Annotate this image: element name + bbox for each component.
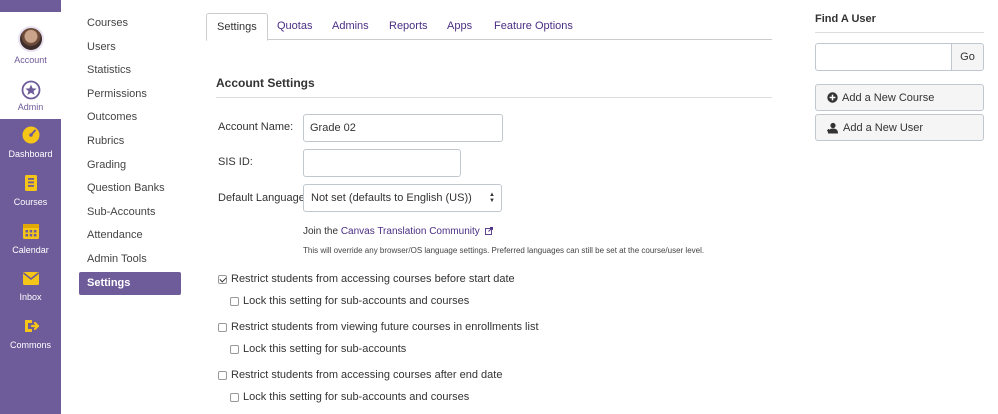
- lock-future-courses-checkbox[interactable]: [230, 344, 239, 354]
- settings-tabs: Settings Quotas Admins Reports Apps Feat…: [206, 13, 772, 41]
- lock-before-start-row: Lock this setting for sub-accounts and c…: [230, 295, 469, 307]
- subnav-sub-accounts[interactable]: Sub-Accounts: [79, 201, 181, 225]
- default-language-label: Default Language:: [218, 192, 308, 204]
- sis-id-label: SIS ID:: [218, 156, 253, 168]
- global-nav-admin-label: Admin: [17, 102, 44, 112]
- lock-before-start-label: Lock this setting for sub-accounts and c…: [243, 295, 470, 307]
- avatar: [17, 26, 44, 52]
- subnav-settings[interactable]: Settings: [79, 271, 181, 296]
- global-nav-courses-label: Courses: [13, 197, 48, 207]
- book-icon: [18, 172, 44, 194]
- speedometer-icon: [18, 124, 44, 146]
- sis-id-input[interactable]: [303, 149, 461, 177]
- global-nav: Account Admin Dashboard Courses Calendar…: [0, 0, 61, 414]
- restrict-before-start-row: Restrict students from accessing courses…: [218, 273, 515, 285]
- restrict-after-end-row: Restrict students from accessing courses…: [218, 369, 502, 381]
- section-title: Account Settings: [216, 76, 315, 90]
- select-arrows-icon: ▲ ▼: [489, 192, 495, 204]
- subnav-admin-tools[interactable]: Admin Tools: [79, 248, 181, 272]
- lock-future-courses-label: Lock this setting for sub-accounts: [243, 343, 407, 355]
- global-nav-dashboard-label: Dashboard: [8, 149, 53, 159]
- restrict-after-end-label: Restrict students from accessing courses…: [231, 369, 503, 381]
- plus-circle-icon: [827, 92, 838, 103]
- global-nav-admin[interactable]: Admin: [0, 71, 61, 119]
- tab-reports[interactable]: Reports: [379, 13, 438, 40]
- global-nav-inbox-label: Inbox: [19, 292, 42, 302]
- find-user-input[interactable]: [815, 43, 952, 71]
- find-user-divider: [815, 32, 984, 33]
- global-nav-dashboard[interactable]: Dashboard: [0, 124, 61, 170]
- restrict-future-courses-row: Restrict students from viewing future co…: [218, 321, 539, 333]
- subnav-rubrics[interactable]: Rubrics: [79, 130, 181, 154]
- account-name-label: Account Name:: [218, 121, 294, 133]
- translation-community-line: Join the Canvas Translation Community: [303, 226, 493, 237]
- restrict-future-courses-checkbox[interactable]: [218, 322, 227, 332]
- calendar-icon: [18, 220, 44, 242]
- default-language-value: Not set (defaults to English (US)): [311, 192, 472, 204]
- subnav-statistics[interactable]: Statistics: [79, 59, 181, 83]
- add-course-label: Add a New Course: [842, 91, 935, 104]
- tab-admins[interactable]: Admins: [322, 13, 379, 40]
- add-user-label: Add a New User: [843, 121, 924, 134]
- lock-after-end-label: Lock this setting for sub-accounts and c…: [243, 391, 470, 403]
- language-hint: This will override any browser/OS langua…: [303, 246, 705, 255]
- find-user-title: Find A User: [815, 13, 876, 25]
- restrict-future-courses-label: Restrict students from viewing future co…: [231, 321, 539, 333]
- restrict-after-end-checkbox[interactable]: [218, 370, 227, 380]
- subnav-attendance[interactable]: Attendance: [79, 224, 181, 248]
- commons-icon: [18, 315, 44, 337]
- global-nav-commons[interactable]: Commons: [0, 315, 61, 361]
- global-nav-calendar[interactable]: Calendar: [0, 220, 61, 266]
- tab-quotas[interactable]: Quotas: [267, 13, 322, 40]
- join-prefix: Join the: [303, 226, 339, 237]
- section-divider: [216, 97, 772, 98]
- restrict-before-start-label: Restrict students from accessing courses…: [231, 273, 515, 285]
- global-nav-commons-label: Commons: [9, 340, 51, 350]
- lock-future-courses-row: Lock this setting for sub-accounts: [230, 343, 406, 355]
- subnav-question-banks[interactable]: Question Banks: [79, 177, 181, 201]
- shield-star-icon: [18, 79, 44, 101]
- lock-after-end-checkbox[interactable]: [230, 392, 239, 402]
- global-nav-account-label: Account: [14, 55, 47, 65]
- restrict-before-start-checkbox[interactable]: [218, 274, 227, 284]
- tab-settings[interactable]: Settings: [206, 13, 268, 41]
- global-nav-account[interactable]: Account: [0, 12, 61, 71]
- global-nav-calendar-label: Calendar: [12, 245, 49, 255]
- tab-feature-options[interactable]: Feature Options: [484, 13, 583, 40]
- default-language-select[interactable]: Not set (defaults to English (US)) ▲ ▼: [303, 184, 502, 212]
- lock-after-end-row: Lock this setting for sub-accounts and c…: [230, 391, 469, 403]
- global-nav-courses[interactable]: Courses: [0, 172, 61, 218]
- account-sub-nav: Courses Users Statistics Permissions Out…: [79, 12, 181, 296]
- subnav-outcomes[interactable]: Outcomes: [79, 106, 181, 130]
- subnav-permissions[interactable]: Permissions: [79, 83, 181, 107]
- inbox-icon: [18, 267, 44, 289]
- add-user-icon: [827, 122, 839, 134]
- subnav-users[interactable]: Users: [79, 36, 181, 60]
- subnav-grading[interactable]: Grading: [79, 154, 181, 178]
- external-link-icon: [483, 226, 493, 237]
- account-name-input[interactable]: [303, 114, 503, 142]
- go-button[interactable]: Go: [951, 43, 984, 71]
- subnav-courses[interactable]: Courses: [79, 12, 181, 36]
- tab-apps[interactable]: Apps: [437, 13, 482, 40]
- add-course-button[interactable]: Add a New Course: [815, 84, 984, 111]
- lock-before-start-checkbox[interactable]: [230, 296, 239, 306]
- translation-community-link[interactable]: Canvas Translation Community: [341, 226, 480, 237]
- global-nav-inbox[interactable]: Inbox: [0, 267, 61, 313]
- add-user-button[interactable]: Add a New User: [815, 114, 984, 141]
